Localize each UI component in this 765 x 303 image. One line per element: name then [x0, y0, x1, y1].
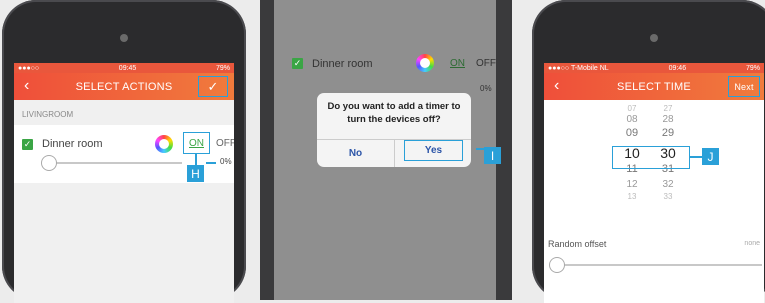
- minute-option: 27: [663, 104, 673, 113]
- callout-line: [689, 156, 702, 158]
- minute-option: 28: [662, 114, 674, 125]
- dialog-message: Do you want to add a timer to turn the d…: [327, 101, 461, 125]
- yes-button[interactable]: Yes: [404, 140, 463, 161]
- speaker: [650, 34, 658, 42]
- on-option: ON: [450, 58, 465, 69]
- hour-option: 07: [627, 104, 637, 113]
- selected-time-highlight: [612, 146, 690, 169]
- dimmed-screen: ✓ Dinner room ON OFF 0% Do you want to a…: [274, 0, 501, 300]
- minute-option: 29: [661, 127, 675, 139]
- random-offset-row[interactable]: Random offset none: [544, 235, 764, 275]
- next-button[interactable]: Next: [728, 76, 760, 97]
- phone-frame-1: ●●●○○ 09:45 79% ‹ SELECT ACTIONS ✓ LIVIN…: [2, 0, 246, 303]
- page-title: SELECT TIME: [617, 80, 691, 93]
- status-bar: ●●●○○ 09:45 79%: [14, 63, 234, 73]
- carrier-signal: ●●●○○: [18, 64, 40, 72]
- timer-dialog: Do you want to add a timer to turn the d…: [317, 93, 471, 167]
- offset-track[interactable]: [556, 264, 762, 266]
- hour-option: 12: [626, 179, 638, 190]
- minute-option: 32: [662, 179, 674, 190]
- clock: 09:46: [668, 64, 687, 72]
- hour-option: 13: [627, 192, 637, 201]
- device-checkbox[interactable]: ✓: [22, 139, 33, 150]
- device-name: Dinner room: [312, 58, 373, 70]
- off-option: OFF: [476, 58, 496, 69]
- battery-level: 79%: [745, 64, 760, 72]
- on-option: ON: [189, 137, 204, 149]
- on-toggle-highlight[interactable]: ON: [183, 132, 210, 154]
- dimmer-percent: 0%: [220, 157, 232, 166]
- off-option[interactable]: OFF: [216, 138, 234, 149]
- dimmer-percent: 0%: [480, 84, 492, 93]
- minute-option: 33: [663, 192, 673, 201]
- page-title: SELECT ACTIONS: [75, 80, 173, 93]
- back-chevron-icon[interactable]: ‹: [554, 77, 560, 95]
- back-chevron-icon[interactable]: ‹: [24, 77, 30, 95]
- offset-knob[interactable]: [550, 258, 564, 272]
- device-row: ✓ Dinner room ON OFF H 0%: [14, 125, 234, 183]
- dimmer-knob[interactable]: [42, 156, 56, 170]
- speaker: [120, 34, 128, 42]
- phone-frame-2: ✓ Dinner room ON OFF 0% Do you want to a…: [260, 0, 512, 300]
- nav-bar: ‹ SELECT TIME Next: [544, 73, 764, 100]
- callout-label-j: J: [702, 148, 719, 165]
- clock: 09:45: [118, 64, 137, 72]
- confirm-check-button[interactable]: ✓: [198, 76, 228, 97]
- random-offset-value: none: [744, 240, 760, 247]
- callout-label-h: H: [187, 165, 204, 182]
- color-wheel-icon[interactable]: [155, 135, 173, 153]
- no-button[interactable]: No: [317, 140, 394, 167]
- nav-bar: ‹ SELECT ACTIONS ✓: [14, 73, 234, 100]
- dimmer-track[interactable]: [44, 162, 182, 164]
- hour-option: 08: [626, 114, 638, 125]
- phone-frame-3: ●●●○○ T-Mobile NL 09:46 79% ‹ SELECT TIM…: [532, 0, 765, 303]
- room-section-header: LIVINGROOM: [22, 110, 74, 119]
- time-picker[interactable]: 07 08 09 10 11 12 13 27 28 29 30 31 32 3…: [544, 100, 764, 210]
- status-bar: ●●●○○ T-Mobile NL 09:46 79%: [544, 63, 764, 73]
- checkmark-icon: ✓: [207, 78, 219, 94]
- device-checkbox: ✓: [292, 58, 303, 69]
- hour-option: 09: [625, 127, 639, 139]
- select-time-screen: ●●●○○ T-Mobile NL 09:46 79% ‹ SELECT TIM…: [544, 63, 764, 303]
- carrier-signal: ●●●○○ T-Mobile NL: [548, 64, 609, 72]
- select-actions-screen: ●●●○○ 09:45 79% ‹ SELECT ACTIONS ✓ LIVIN…: [14, 63, 234, 303]
- callout-line: [476, 148, 484, 150]
- color-wheel-icon: [416, 54, 434, 72]
- callout-line-2: [206, 162, 216, 164]
- device-name: Dinner room: [42, 138, 103, 150]
- callout-label-i: I: [484, 147, 501, 164]
- battery-level: 79%: [215, 64, 230, 72]
- random-offset-label: Random offset: [548, 239, 607, 249]
